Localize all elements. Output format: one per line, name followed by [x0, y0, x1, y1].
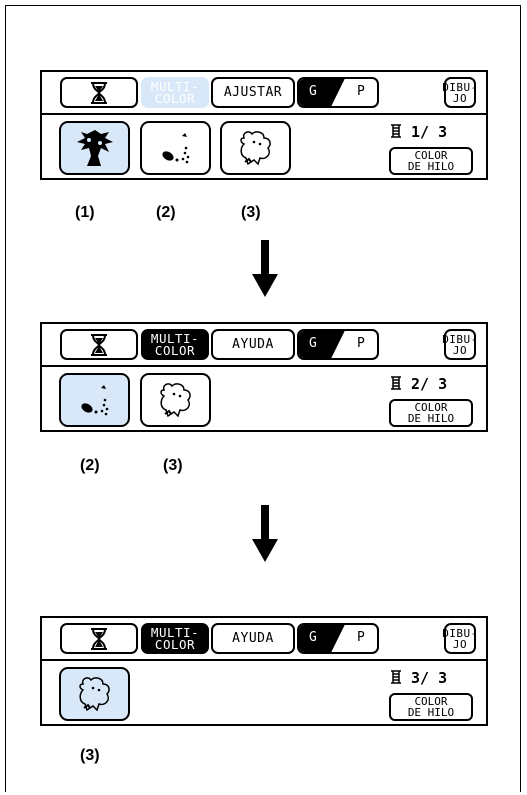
- pattern-label-1: DIBU-: [442, 80, 478, 94]
- multicolor-label-2: COLOR: [154, 342, 196, 358]
- thread-color-label-2: DE HILO: [407, 412, 455, 425]
- pattern-button[interactable]: DIBU- JO: [442, 329, 478, 360]
- wait-button[interactable]: [60, 77, 138, 108]
- hourglass-icon: [91, 81, 107, 104]
- pattern-button[interactable]: DIBU- JO: [442, 77, 478, 108]
- pattern-label: (2): [80, 457, 100, 474]
- pattern-label: (2): [156, 204, 176, 221]
- pattern-button[interactable]: DIBU- JO: [442, 623, 478, 654]
- thread-color-button[interactable]: COLOR DE HILO: [389, 399, 473, 427]
- wait-button[interactable]: [60, 623, 138, 654]
- lcd-screen-2: MULTI- COLOR AYUDA G P DIBU- JO 2/ 3 COL…: [40, 322, 488, 432]
- color-counter: 2/ 3: [390, 375, 447, 393]
- pattern-label-2: JO: [452, 637, 468, 651]
- wait-button[interactable]: [60, 329, 138, 360]
- thread-spool-icon: [391, 124, 401, 138]
- pattern-label: (3): [241, 204, 261, 221]
- help-button[interactable]: AYUDA: [211, 329, 295, 360]
- size-toggle-button[interactable]: G P: [297, 329, 379, 360]
- pattern-label: (3): [80, 747, 100, 764]
- pattern-label-1: DIBU-: [442, 332, 478, 346]
- thread-color-button[interactable]: COLOR DE HILO: [389, 693, 473, 721]
- thread-color-label-2: DE HILO: [407, 160, 455, 173]
- pattern-part-3-button[interactable]: [59, 667, 130, 721]
- size-small-label: P: [357, 84, 366, 99]
- lcd-top-row: MULTI- COLOR AYUDA G P DIBU- JO: [42, 618, 486, 661]
- adjust-button[interactable]: AJUSTAR: [211, 77, 295, 108]
- lcd-screen-3: MULTI- COLOR AYUDA G P DIBU- JO 3/ 3 COL…: [40, 616, 488, 726]
- thread-spool-icon: [391, 376, 401, 390]
- pattern-label-2: JO: [452, 91, 468, 105]
- color-counter-value: 2/ 3: [411, 375, 448, 393]
- animal-embroidery-icon: [78, 677, 110, 712]
- thread-color-label-2: DE HILO: [407, 706, 455, 719]
- color-counter: 3/ 3: [390, 669, 447, 687]
- multicolor-button[interactable]: MULTI- COLOR: [141, 623, 209, 654]
- arrow-down-icon: [252, 240, 278, 297]
- multicolor-button[interactable]: MULTI- COLOR: [141, 77, 209, 108]
- size-large-label: G: [309, 630, 318, 645]
- pattern-label-1: DIBU-: [442, 626, 478, 640]
- size-small-label: P: [357, 630, 366, 645]
- pattern-part-1-button[interactable]: [59, 121, 130, 175]
- multicolor-label-2: COLOR: [154, 636, 196, 652]
- pattern-part-2-button[interactable]: [59, 373, 130, 427]
- size-toggle-button[interactable]: G P: [297, 623, 379, 654]
- animal-embroidery-icon: [239, 131, 271, 166]
- size-large-label: G: [309, 336, 318, 351]
- size-toggle-button[interactable]: G P: [297, 77, 379, 108]
- arrow-down-icon: [252, 505, 278, 562]
- hourglass-icon: [91, 333, 107, 356]
- pattern-label: (1): [75, 204, 95, 221]
- multicolor-button[interactable]: MULTI- COLOR: [141, 329, 209, 360]
- help-button[interactable]: AYUDA: [211, 623, 295, 654]
- pattern-label-2: JO: [452, 343, 468, 357]
- pattern-label: (3): [163, 457, 183, 474]
- dots-embroidery-icon: [161, 133, 189, 164]
- size-large-label: G: [309, 84, 318, 99]
- color-counter: 1/ 3: [390, 123, 447, 141]
- lcd-top-row: MULTI- COLOR AYUDA G P DIBU- JO: [42, 324, 486, 367]
- hourglass-icon: [91, 627, 107, 650]
- color-counter-value: 1/ 3: [411, 123, 448, 141]
- lcd-top-row: MULTI- COLOR AJUSTAR G P DIBU- JO: [42, 72, 486, 115]
- animal-embroidery-icon: [159, 383, 191, 418]
- pattern-part-2-button[interactable]: [140, 121, 211, 175]
- pattern-part-3-button[interactable]: [140, 373, 211, 427]
- dots-embroidery-icon: [80, 385, 108, 416]
- lcd-screen-1: MULTI- COLOR AJUSTAR G P DIBU- JO 1/ 3 C…: [40, 70, 488, 180]
- color-counter-value: 3/ 3: [411, 669, 448, 687]
- thread-spool-icon: [391, 670, 401, 684]
- size-small-label: P: [357, 336, 366, 351]
- tree-embroidery-icon: [76, 130, 113, 166]
- pattern-part-3-button[interactable]: [220, 121, 291, 175]
- thread-color-button[interactable]: COLOR DE HILO: [389, 147, 473, 175]
- multicolor-label-2: COLOR: [154, 90, 196, 106]
